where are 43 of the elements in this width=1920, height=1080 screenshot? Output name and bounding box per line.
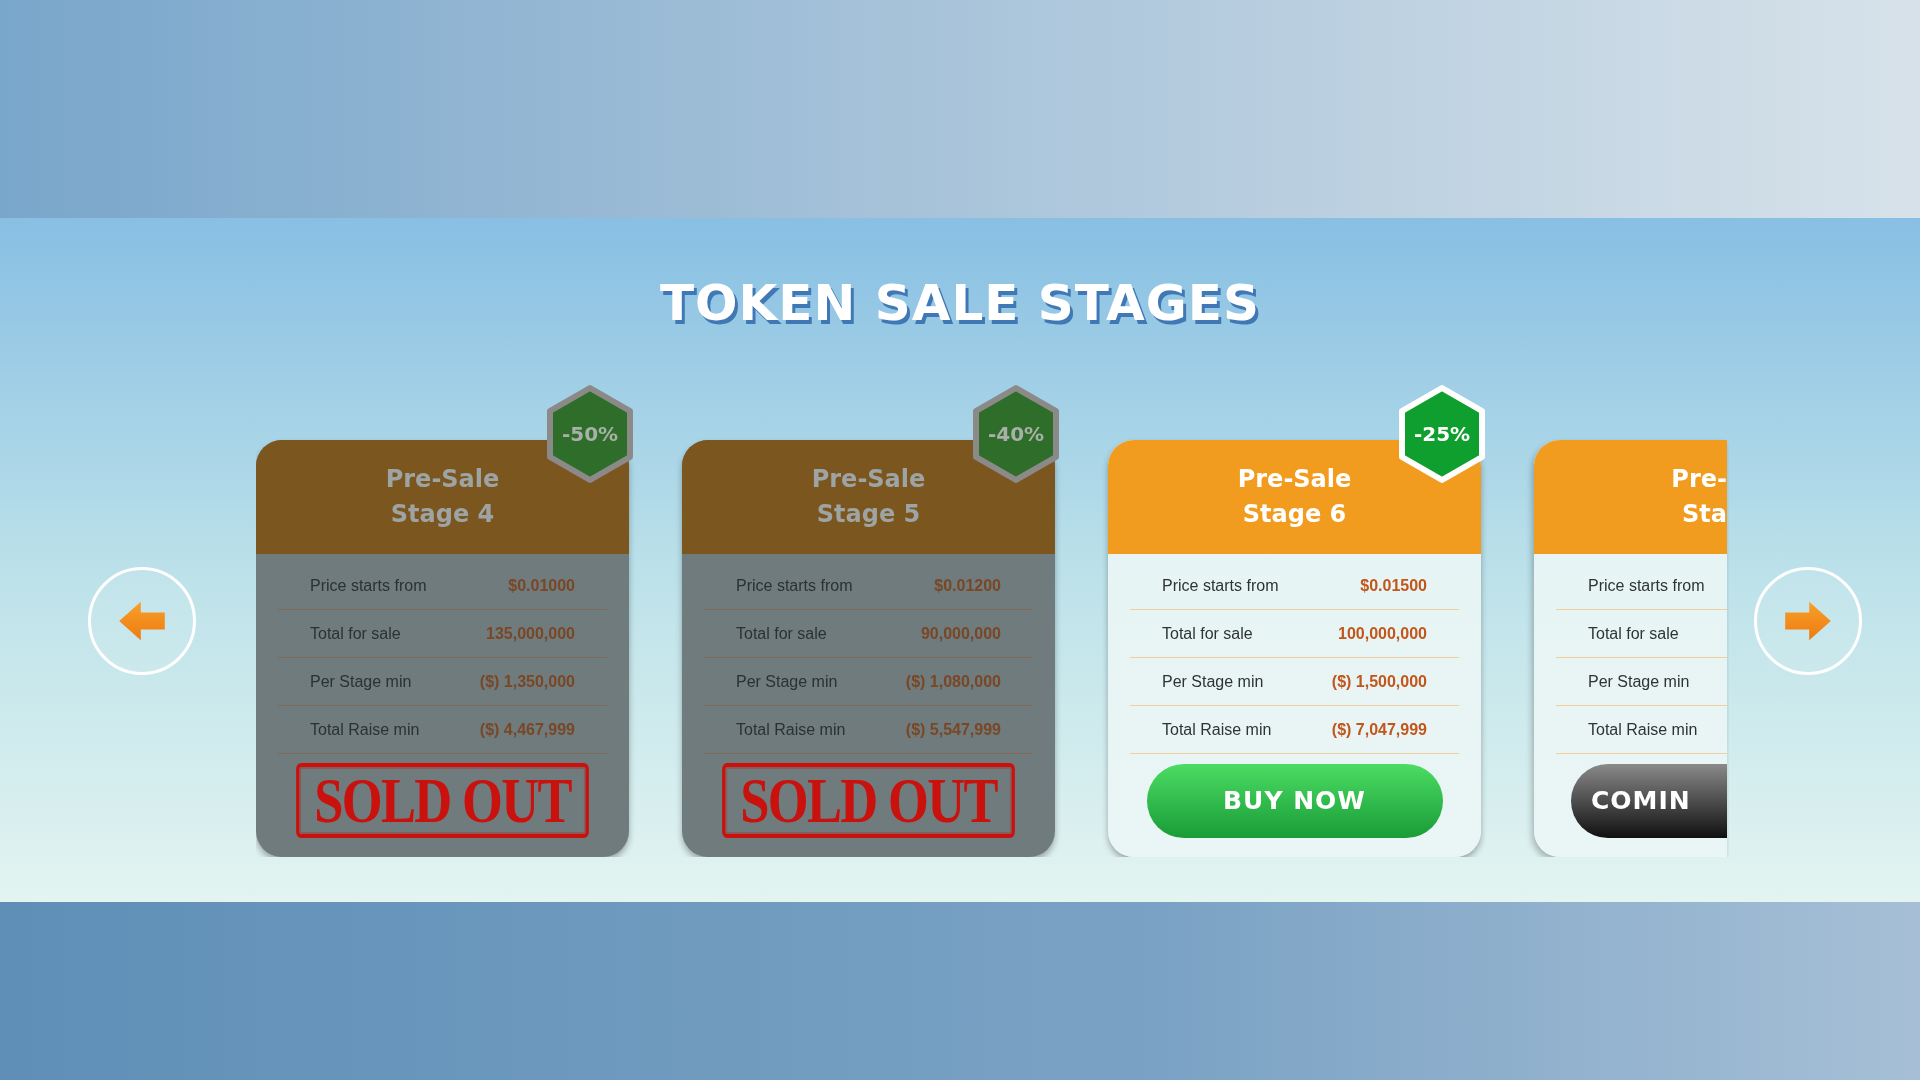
row-label: Price starts from: [1162, 576, 1279, 595]
row-label: Price starts from: [310, 576, 427, 595]
row-value: 90,000,000: [920, 624, 1001, 643]
row-value: $0.01500: [1360, 576, 1427, 595]
discount-text: -40%: [987, 424, 1045, 444]
row-label: Per Stage min: [1162, 672, 1264, 691]
row-label: Per Stage min: [310, 672, 412, 691]
row-value: 100,000,000: [1338, 624, 1427, 643]
row-value: ($) 5,547,999: [905, 720, 1001, 739]
card-title: Pre-Sale: [811, 463, 926, 495]
coming-button[interactable]: COMIN: [1571, 763, 1727, 838]
stage-label: Stage 6: [1242, 499, 1347, 530]
stage-label: Stage 5: [816, 499, 921, 530]
card-title: Pre-Sale: [1237, 463, 1352, 495]
sold-out-stamp: SOLD OUT: [722, 762, 1015, 839]
row-label: Total for sale: [310, 624, 401, 643]
row-label: Total Raise min: [736, 720, 846, 739]
row-label: Price starts from: [736, 576, 853, 595]
row-label: Total for sale: [1162, 624, 1253, 643]
row-label: Per Stage min: [1588, 672, 1690, 691]
card-title: Pre-: [1671, 463, 1727, 495]
stage-label: Stage 4: [390, 499, 495, 530]
row-value: 135,000,000: [486, 624, 575, 643]
row-value: ($) 4,467,999: [479, 720, 575, 739]
row-label: Total Raise min: [1162, 720, 1272, 739]
discount-text: -25%: [1413, 424, 1471, 444]
row-value: ($) 7,047,999: [1331, 720, 1427, 739]
stage-label: Sta: [1682, 499, 1727, 530]
card-title: Pre-Sale: [385, 463, 500, 495]
row-value: $0.01000: [508, 576, 575, 595]
row-label: Total for sale: [1588, 624, 1679, 643]
discount-text: -50%: [561, 424, 619, 444]
row-value: $0.01200: [934, 576, 1001, 595]
row-value: ($) 1,500,000: [1331, 672, 1427, 691]
row-label: Total Raise min: [1588, 720, 1698, 739]
sold-out-stamp: SOLD OUT: [296, 762, 589, 839]
row-value: ($) 1,080,000: [905, 672, 1001, 691]
row-label: Per Stage min: [736, 672, 838, 691]
row-label: Price starts from: [1588, 576, 1705, 595]
row-label: Total for sale: [736, 624, 827, 643]
row-value: ($) 1,350,000: [479, 672, 575, 691]
section-title: TOKEN SALE STAGES: [658, 274, 1261, 332]
row-label: Total Raise min: [310, 720, 420, 739]
